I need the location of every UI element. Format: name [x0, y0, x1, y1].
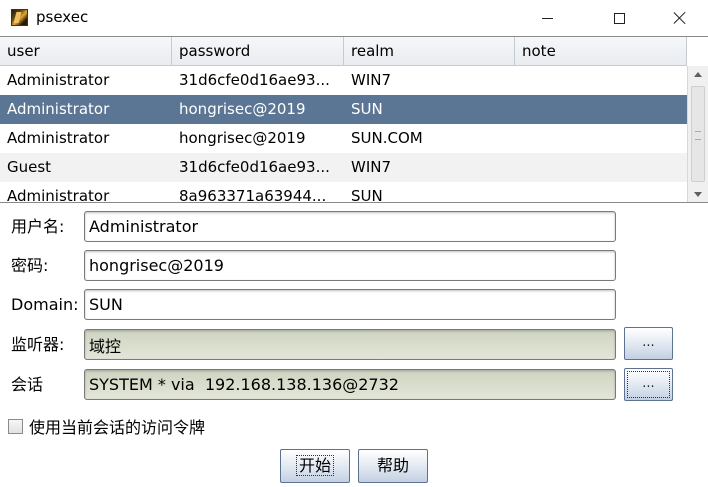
cell-password: 31d6cfe0d16ae93...: [179, 71, 330, 89]
chevron-up-icon: [694, 72, 702, 77]
cell-user: Administrator: [7, 71, 110, 89]
cell-password: 8a963371a63944...: [179, 187, 327, 203]
launch-button-label: 开始: [295, 455, 335, 476]
password-input[interactable]: [84, 250, 616, 281]
cell-password: hongrisec@2019: [179, 129, 306, 147]
launch-button[interactable]: 开始: [280, 449, 350, 483]
use-token-checkbox-row[interactable]: 使用当前会话的访问令牌: [8, 416, 206, 437]
username-label: 用户名:: [11, 217, 65, 236]
cell-user: Guest: [7, 158, 52, 176]
table-scrollbar[interactable]: [687, 66, 708, 202]
choose-session-button[interactable]: ...: [624, 368, 673, 401]
title-bar: psexec: [0, 0, 708, 36]
password-label: 密码:: [11, 256, 49, 275]
table-body: Administrator 31d6cfe0d16ae93... WIN7 Ad…: [0, 66, 687, 203]
table-row-selected[interactable]: Administrator hongrisec@2019 SUN: [0, 95, 687, 124]
minimize-button[interactable]: [524, 0, 570, 36]
domain-label: Domain:: [11, 295, 79, 314]
table-row[interactable]: Administrator hongrisec@2019 SUN.COM: [0, 124, 687, 153]
help-button[interactable]: 帮助: [358, 449, 428, 483]
cell-realm: SUN: [351, 100, 383, 118]
help-button-label: 帮助: [376, 456, 409, 475]
column-header-password[interactable]: password: [172, 37, 344, 66]
listener-label: 监听器:: [11, 335, 65, 354]
table-row[interactable]: Administrator 8a963371a63944... SUN: [0, 182, 687, 203]
cell-realm: WIN7: [351, 158, 392, 176]
table-header: user password realm note: [0, 37, 687, 66]
session-label: 会话: [11, 375, 44, 394]
use-token-checkbox[interactable]: [8, 418, 23, 434]
cell-password: hongrisec@2019: [179, 100, 306, 118]
cell-user: Administrator: [7, 100, 110, 118]
table-row[interactable]: Administrator 31d6cfe0d16ae93... WIN7: [0, 66, 687, 95]
credentials-table: user password realm note Administrator 3…: [0, 36, 708, 203]
listener-field: [84, 329, 616, 360]
table-row[interactable]: Guest 31d6cfe0d16ae93... WIN7: [0, 153, 687, 182]
column-header-realm[interactable]: realm: [344, 37, 515, 66]
cell-password: 31d6cfe0d16ae93...: [179, 158, 330, 176]
cell-realm: SUN.COM: [351, 129, 423, 147]
use-token-label: 使用当前会话的访问令牌: [29, 418, 206, 437]
cell-note: [515, 153, 687, 182]
scroll-up-button[interactable]: [688, 66, 708, 83]
cell-note: [515, 95, 687, 124]
domain-input[interactable]: [84, 289, 616, 320]
psexec-app-icon: [11, 9, 28, 26]
minimize-icon: [541, 17, 553, 19]
scroll-down-button[interactable]: [688, 186, 708, 202]
scrollbar-thumb[interactable]: [691, 86, 705, 182]
cell-user: Administrator: [7, 187, 110, 203]
column-header-user[interactable]: user: [0, 37, 172, 66]
cell-realm: SUN: [351, 187, 383, 203]
chevron-down-icon: [694, 192, 702, 197]
maximize-button[interactable]: [596, 0, 642, 36]
choose-listener-button[interactable]: ...: [624, 327, 673, 360]
cell-user: Administrator: [7, 129, 110, 147]
close-button[interactable]: [657, 0, 703, 36]
username-input[interactable]: [84, 211, 616, 242]
cell-note: [515, 124, 687, 153]
close-icon: [673, 11, 687, 25]
session-field: [84, 369, 616, 400]
maximize-icon: [613, 12, 625, 24]
cell-note: [515, 182, 687, 202]
cell-realm: WIN7: [351, 71, 392, 89]
cell-note: [515, 66, 687, 95]
column-header-note[interactable]: note: [515, 37, 687, 66]
window-title: psexec: [36, 8, 89, 26]
